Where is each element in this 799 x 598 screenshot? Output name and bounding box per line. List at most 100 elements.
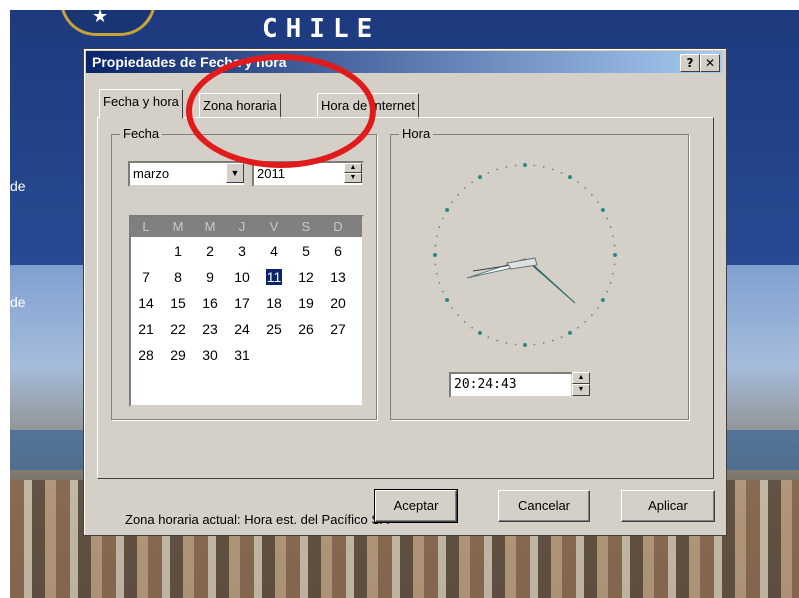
clock-minute-mark bbox=[438, 226, 441, 229]
calendar-day[interactable]: 13 bbox=[323, 269, 353, 285]
weekday-label: V bbox=[269, 219, 279, 234]
help-button[interactable]: ? bbox=[680, 54, 700, 72]
calendar-day[interactable]: 6 bbox=[323, 243, 353, 259]
close-button[interactable]: ✕ bbox=[700, 54, 720, 72]
clock-minute-mark bbox=[551, 339, 554, 342]
red-annotation-circle bbox=[186, 54, 376, 168]
calendar-day[interactable]: 19 bbox=[291, 295, 321, 311]
calendar-day[interactable]: 12 bbox=[291, 269, 321, 285]
calendar-day[interactable]: 9 bbox=[195, 269, 225, 285]
analog-clock bbox=[433, 163, 617, 347]
clock-minute-mark bbox=[584, 187, 587, 189]
calendar-day[interactable]: 14 bbox=[131, 295, 161, 311]
cancel-button[interactable]: Cancelar bbox=[498, 490, 590, 522]
calendar-day[interactable]: 16 bbox=[195, 295, 225, 311]
calendar-day[interactable]: 7 bbox=[131, 269, 161, 285]
time-spinner[interactable]: ▲ ▼ bbox=[572, 372, 590, 396]
clock-minute-mark bbox=[533, 343, 536, 346]
clock-minute-mark bbox=[436, 235, 438, 238]
spin-up-icon[interactable]: ▲ bbox=[344, 163, 362, 173]
calendar-day[interactable]: 31 bbox=[227, 347, 257, 363]
calendar-day[interactable]: 29 bbox=[163, 347, 193, 363]
month-value: marzo bbox=[133, 166, 170, 181]
clock-minute-mark bbox=[463, 187, 466, 189]
calendar-day[interactable]: 20 bbox=[323, 295, 353, 311]
weekday-label: L bbox=[142, 219, 150, 234]
spin-down-icon[interactable]: ▼ bbox=[344, 173, 362, 183]
apply-button[interactable]: Aplicar bbox=[621, 490, 715, 522]
clock-minute-mark bbox=[609, 226, 612, 229]
calendar-day[interactable]: 24 bbox=[227, 321, 257, 337]
calendar-weekday-header: L M M J V S D bbox=[131, 217, 362, 237]
clock-minute-mark bbox=[613, 244, 616, 247]
clock-hour-mark bbox=[523, 163, 527, 167]
logo-text: CHILE bbox=[262, 14, 381, 44]
calendar-day[interactable]: 28 bbox=[131, 347, 161, 363]
clock-minute-mark bbox=[457, 314, 459, 317]
time-group-label: Hora bbox=[399, 126, 434, 141]
clock-minute-mark bbox=[596, 307, 599, 309]
clock-minute-mark bbox=[606, 217, 609, 220]
calendar-day[interactable]: 23 bbox=[195, 321, 225, 337]
calendar-day[interactable]: 21 bbox=[131, 321, 161, 337]
weekday-label: D bbox=[333, 219, 343, 234]
calendar-day[interactable]: 1 bbox=[163, 243, 193, 259]
spin-down-icon[interactable]: ▼ bbox=[572, 384, 590, 396]
month-select[interactable]: marzo ▼ bbox=[128, 161, 246, 187]
calendar-day[interactable]: 18 bbox=[259, 295, 289, 311]
clock-minute-mark bbox=[560, 336, 563, 339]
clock-dial bbox=[433, 163, 617, 347]
clock-minute-mark bbox=[451, 307, 454, 309]
calendar-day[interactable]: 2 bbox=[195, 243, 225, 259]
clock-minute-mark bbox=[471, 326, 473, 329]
chevron-down-icon[interactable]: ▼ bbox=[226, 163, 244, 183]
clock-minute-mark bbox=[434, 244, 437, 247]
clock-minute-mark bbox=[551, 168, 554, 171]
weekday-label: J bbox=[238, 219, 246, 234]
calendar-day[interactable]: 4 bbox=[259, 243, 289, 259]
calendar-day[interactable]: 3 bbox=[227, 243, 257, 259]
calendar-day[interactable]: 5 bbox=[291, 243, 321, 259]
clock-hour-mark bbox=[523, 343, 527, 347]
clock-minute-mark bbox=[577, 326, 579, 329]
clock-minute-mark bbox=[560, 171, 563, 174]
clock-minute-mark bbox=[451, 201, 454, 203]
clock-hour-mark bbox=[568, 330, 572, 335]
clock-hour-mark bbox=[445, 208, 450, 212]
clock-minute-mark bbox=[533, 164, 536, 167]
calendar-day[interactable]: 8 bbox=[163, 269, 193, 285]
clock-minute-mark bbox=[606, 290, 609, 293]
weekday-label: M bbox=[204, 219, 216, 234]
tab-fecha-y-hora[interactable]: Fecha y hora bbox=[99, 89, 183, 119]
calendar-day[interactable]: 25 bbox=[259, 321, 289, 337]
clock-minute-mark bbox=[496, 339, 499, 342]
clock-hour-mark bbox=[568, 175, 572, 180]
clock-minute-mark bbox=[609, 281, 612, 284]
calendar-day[interactable]: 11 bbox=[259, 269, 289, 285]
calendar-day[interactable]: 30 bbox=[195, 347, 225, 363]
calendar-day[interactable]: 10 bbox=[227, 269, 257, 285]
calendar-day[interactable]: 15 bbox=[163, 295, 193, 311]
clock-hour-mark bbox=[600, 208, 605, 212]
calendar-day[interactable]: 27 bbox=[323, 321, 353, 337]
title-bar[interactable]: Propiedades de Fecha y hora ? ✕ bbox=[86, 51, 722, 73]
tab-panel: Fecha marzo ▼ 2011 ▲ ▼ L M M J V S D 1 2… bbox=[97, 117, 714, 527]
calendar-day[interactable]: 22 bbox=[163, 321, 193, 337]
clock-minute-mark bbox=[505, 166, 508, 168]
calendar-day[interactable]: 17 bbox=[227, 295, 257, 311]
current-timezone-label: Zona horaria actual: Hora est. del Pacíf… bbox=[125, 512, 389, 527]
accept-button[interactable]: Aceptar bbox=[374, 489, 458, 523]
time-input[interactable]: 20:24:43 bbox=[449, 372, 573, 398]
calendar-day[interactable]: 26 bbox=[291, 321, 321, 337]
clock-minute-mark bbox=[487, 336, 490, 339]
clock-minute-mark bbox=[612, 235, 614, 238]
time-value: 20:24:43 bbox=[454, 377, 517, 392]
clock-hour-mark bbox=[433, 253, 437, 257]
clock-minute-mark bbox=[436, 272, 438, 275]
clock-minute-mark bbox=[434, 263, 437, 266]
clock-minute-mark bbox=[487, 171, 490, 174]
spin-up-icon[interactable]: ▲ bbox=[572, 372, 590, 384]
calendar[interactable]: L M M J V S D 1 2 3 4 5 6 7 8 9 10 11 12 13 14 15 16 17 1… bbox=[129, 215, 364, 407]
clock-minute-mark bbox=[542, 166, 545, 168]
side-label: de bbox=[10, 178, 26, 194]
